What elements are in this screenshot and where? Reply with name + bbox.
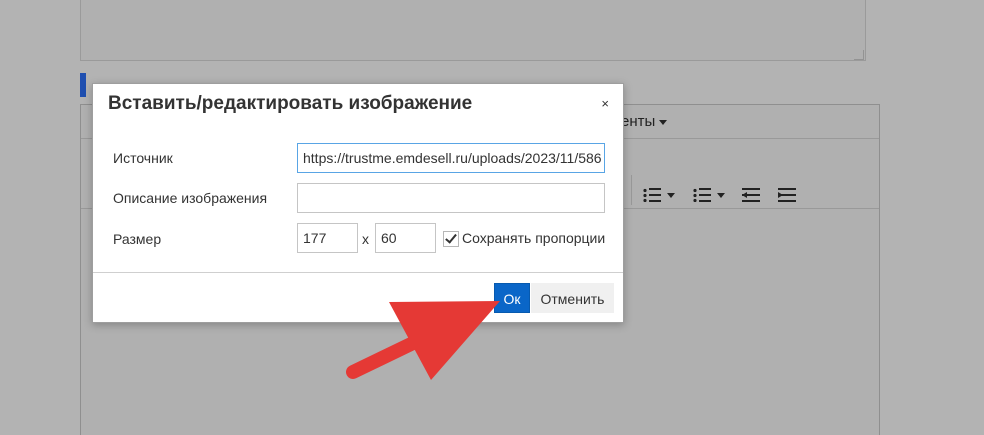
numbered-list-button	[693, 185, 725, 205]
width-input[interactable]: 177	[297, 223, 358, 253]
dialog-title: Вставить/редактировать изображение	[108, 93, 473, 114]
dialog-footer-divider	[93, 272, 623, 273]
dialog-header: Вставить/редактировать изображение ×	[93, 84, 623, 122]
image-description-label: Описание изображения	[113, 190, 268, 206]
insert-image-dialog: Вставить/редактировать изображение × Ист…	[92, 83, 624, 323]
source-label: Источник	[113, 150, 173, 166]
numbered-list-icon	[693, 187, 711, 203]
outdent-button	[742, 185, 760, 205]
size-separator: x	[362, 231, 369, 247]
outdent-icon	[742, 187, 760, 203]
resize-grip-icon	[854, 50, 864, 60]
bulleted-list-button	[643, 185, 675, 205]
bulleted-list-icon	[643, 187, 661, 203]
section-marker	[80, 73, 86, 97]
image-description-input[interactable]	[297, 183, 605, 213]
close-icon[interactable]: ×	[601, 96, 609, 111]
keep-proportions-label[interactable]: Сохранять пропорции	[462, 230, 605, 246]
height-input[interactable]: 60	[375, 223, 436, 253]
cancel-button[interactable]: Отменить	[531, 283, 614, 313]
keep-proportions-checkbox[interactable]	[443, 231, 459, 247]
indent-button	[778, 185, 796, 205]
editor-menu-item: енты	[621, 113, 668, 130]
chevron-down-icon	[717, 192, 725, 198]
ok-button[interactable]: Ок	[494, 283, 530, 313]
chevron-down-icon	[667, 192, 675, 198]
chevron-down-icon	[659, 119, 668, 125]
size-label: Размер	[113, 231, 162, 247]
source-url-input[interactable]: https://trustme.emdesell.ru/uploads/2023…	[297, 143, 605, 173]
toolbar-separator	[631, 175, 632, 205]
background-textarea	[80, 0, 866, 61]
indent-icon	[778, 187, 796, 203]
